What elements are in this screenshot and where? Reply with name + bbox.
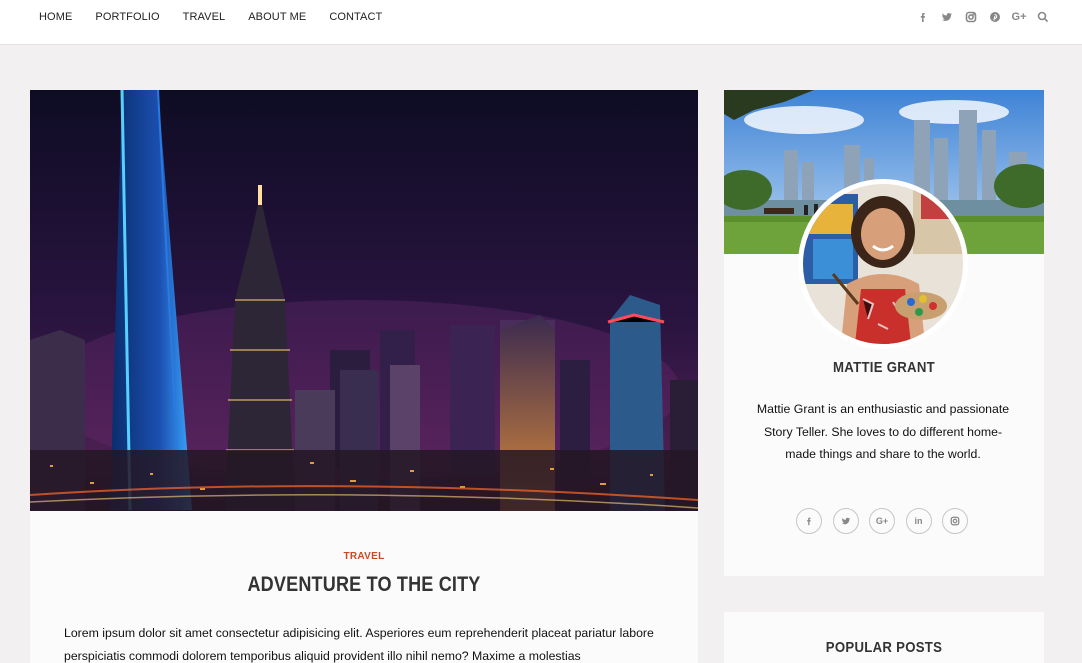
facebook-icon[interactable] (916, 10, 930, 24)
nav-item-travel[interactable]: TRAVEL (183, 11, 226, 23)
instagram-icon[interactable] (964, 10, 978, 24)
search-icon[interactable] (1036, 10, 1050, 24)
author-bio: Mattie Grant is an enthusiastic and pass… (756, 402, 1010, 461)
popular-posts-widget: POPULAR POSTS (724, 612, 1044, 663)
nav-item-portfolio[interactable]: PORTFOLIO (95, 11, 159, 23)
pinterest-icon[interactable] (988, 10, 1002, 24)
twitter-icon[interactable] (940, 10, 954, 24)
post-category[interactable]: TRAVEL (30, 551, 698, 562)
nav-item-home[interactable]: HOME (39, 11, 72, 23)
post-featured-image[interactable] (30, 90, 698, 511)
header-social-links: G+ (906, 0, 1050, 34)
twitter-icon[interactable] (832, 508, 859, 534)
featured-post-card: TRAVEL ADVENTURE TO THE CITY Lorem ipsum… (30, 90, 698, 663)
author-avatar (798, 179, 968, 349)
main-menu: HOME PORTFOLIO TRAVEL ABOUT ME CONTACT (39, 0, 405, 34)
author-social-links: G+ in (796, 508, 968, 534)
about-me-widget: MATTIE GRANT Mattie Grant is an enthusia… (724, 90, 1044, 576)
instagram-icon[interactable] (942, 508, 968, 534)
top-navigation-bar: HOME PORTFOLIO TRAVEL ABOUT ME CONTACT G… (0, 0, 1082, 45)
popular-posts-title: POPULAR POSTS (825, 639, 943, 656)
google-plus-icon[interactable]: G+ (869, 508, 895, 534)
author-name: MATTIE GRANT (833, 359, 935, 376)
post-excerpt: Lorem ipsum dolor sit amet consectetur a… (64, 626, 654, 663)
facebook-icon[interactable] (796, 508, 822, 534)
nav-item-contact[interactable]: CONTACT (329, 11, 382, 23)
nav-item-about-me[interactable]: ABOUT ME (248, 11, 306, 23)
google-plus-icon[interactable]: G+ (1012, 10, 1027, 24)
post-title[interactable]: ADVENTURE TO THE CITY (77, 573, 651, 597)
linkedin-icon[interactable]: in (905, 508, 932, 534)
